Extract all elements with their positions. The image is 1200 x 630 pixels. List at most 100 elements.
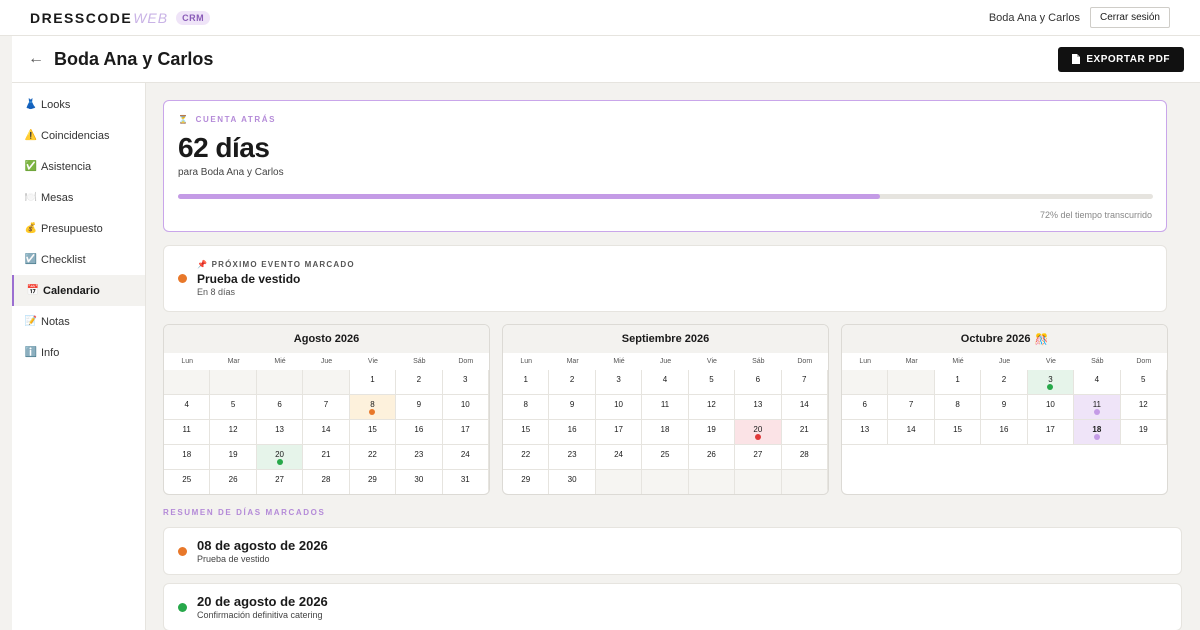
calendar-day[interactable]: 4: [642, 370, 689, 395]
calendar-day[interactable]: 30: [396, 470, 443, 494]
logo[interactable]: DRESSCODEWEB: [30, 10, 168, 26]
calendar-day[interactable]: 2: [981, 370, 1028, 395]
calendar-day[interactable]: 10: [595, 395, 643, 420]
calendar-day[interactable]: 9: [549, 395, 596, 420]
calendar-day[interactable]: 3: [442, 370, 489, 395]
sidebar-item-mesas[interactable]: 🍽️ Mesas: [12, 182, 145, 213]
calendar-day[interactable]: 9: [396, 395, 443, 420]
calendar-day[interactable]: 8: [934, 395, 982, 420]
calendar-day[interactable]: 7: [781, 370, 828, 395]
summary-item[interactable]: 20 de agosto de 2026 Confirmación definit…: [163, 583, 1182, 630]
calendar-day[interactable]: 22: [349, 445, 397, 470]
calendar-day[interactable]: 5: [1120, 370, 1167, 395]
calendar-day[interactable]: 14: [888, 420, 935, 445]
calendar-day[interactable]: 22: [503, 445, 550, 470]
sidebar-item-coincidencias[interactable]: ⚠️ Coincidencias: [12, 120, 145, 151]
calendar-day[interactable]: 21: [303, 445, 350, 470]
calendar-day[interactable]: 26: [688, 445, 736, 470]
document-icon: [1072, 54, 1081, 64]
calendar-day[interactable]: 6: [735, 370, 782, 395]
calendar-day[interactable]: 15: [503, 420, 550, 445]
calendar-day[interactable]: 4: [164, 395, 211, 420]
calendar-day[interactable]: 1: [349, 370, 397, 395]
calendar-day[interactable]: 14: [303, 420, 350, 445]
calendar-day[interactable]: 12: [210, 420, 257, 445]
calendar-day[interactable]: 30: [549, 470, 596, 494]
calendar-day[interactable]: 21: [781, 420, 828, 445]
calendar-day[interactable]: 23: [396, 445, 443, 470]
calendar-day[interactable]: 10: [1027, 395, 1075, 420]
logout-button[interactable]: Cerrar sesión: [1089, 7, 1170, 28]
calendar-day[interactable]: 20: [256, 445, 304, 470]
calendar-day[interactable]: 16: [549, 420, 596, 445]
sidebar-item-info[interactable]: ℹ️ Info: [12, 337, 145, 368]
next-event-subtitle: En 8 días: [197, 287, 236, 297]
calendar-day[interactable]: 15: [934, 420, 982, 445]
back-arrow-icon[interactable]: ←: [28, 50, 44, 68]
calendar-day[interactable]: 28: [781, 445, 828, 470]
calendar-day[interactable]: 17: [1027, 420, 1075, 445]
calendar-day[interactable]: 17: [595, 420, 643, 445]
calendar-day[interactable]: 24: [595, 445, 643, 470]
calendar-day[interactable]: 18: [1074, 420, 1121, 445]
calendar-day[interactable]: 1: [934, 370, 982, 395]
calendar-day[interactable]: 4: [1074, 370, 1121, 395]
calendar-day[interactable]: 12: [1120, 395, 1167, 420]
calendar-day[interactable]: 19: [1120, 420, 1167, 445]
calendar-day[interactable]: 2: [396, 370, 443, 395]
calendar-day[interactable]: 16: [396, 420, 443, 445]
calendar-day[interactable]: 6: [842, 395, 889, 420]
calendar-day[interactable]: 7: [888, 395, 935, 420]
calendar-day[interactable]: 12: [688, 395, 736, 420]
calendar-day[interactable]: 14: [781, 395, 828, 420]
calendar-day[interactable]: 6: [256, 395, 304, 420]
calendar-day[interactable]: 17: [442, 420, 489, 445]
calendar-day[interactable]: 28: [303, 470, 350, 494]
calendar-day[interactable]: 13: [842, 420, 889, 445]
summary-item[interactable]: 08 de agosto de 2026 Prueba de vestido: [163, 527, 1182, 575]
calendar-day[interactable]: 11: [164, 420, 211, 445]
calendar-day[interactable]: 13: [256, 420, 304, 445]
calendar-day[interactable]: 16: [981, 420, 1028, 445]
calendar-day[interactable]: 27: [257, 470, 304, 494]
calendar-day[interactable]: 29: [350, 470, 397, 494]
export-pdf-button[interactable]: EXPORTAR PDF: [1058, 46, 1184, 72]
sidebar-item-label: Notas: [41, 315, 70, 328]
calendar-day[interactable]: 2: [549, 370, 596, 395]
sidebar-item-checklist[interactable]: ☑️ Checklist: [12, 244, 145, 275]
sidebar-item-looks[interactable]: 👗 Looks: [12, 89, 145, 120]
calendar-day[interactable]: 1: [503, 370, 550, 395]
calendar-day[interactable]: 5: [210, 395, 257, 420]
calendar-day[interactable]: 29: [503, 470, 550, 494]
calendar-day[interactable]: 26: [210, 470, 257, 494]
calendar-day[interactable]: 18: [642, 420, 689, 445]
sidebar-item-notas[interactable]: 📝 Notas: [12, 306, 145, 337]
calendar-day[interactable]: 31: [443, 470, 489, 494]
calendar-day[interactable]: 23: [549, 445, 596, 470]
calendar-day[interactable]: 11: [642, 395, 689, 420]
calendar-day[interactable]: 13: [735, 395, 782, 420]
calendar-day[interactable]: 8: [349, 395, 397, 420]
calendar-day[interactable]: 3: [595, 370, 643, 395]
calendar-day[interactable]: 27: [735, 445, 782, 470]
sidebar-item-asistencia[interactable]: ✅ Asistencia: [12, 151, 145, 182]
calendar-day[interactable]: 10: [442, 395, 489, 420]
calendar-day[interactable]: 25: [642, 445, 689, 470]
calendar-day[interactable]: 11: [1074, 395, 1121, 420]
calendar-day[interactable]: 19: [688, 420, 736, 445]
calendar-day[interactable]: 15: [349, 420, 397, 445]
sidebar-item-calendario[interactable]: 📅 Calendario: [12, 275, 145, 306]
calendar-day[interactable]: 8: [503, 395, 550, 420]
calendar-day[interactable]: 9: [981, 395, 1028, 420]
calendar-day[interactable]: 5: [688, 370, 736, 395]
calendar-day[interactable]: 19: [210, 445, 257, 470]
calendar-day[interactable]: 18: [164, 445, 211, 470]
calendar-day[interactable]: 3: [1027, 370, 1075, 395]
sidebar-item-presupuesto[interactable]: 💰 Presupuesto: [12, 213, 145, 244]
calendar-day[interactable]: 25: [164, 470, 211, 494]
calendar-day[interactable]: 20: [735, 420, 782, 445]
calendar-day[interactable]: 7: [303, 395, 350, 420]
sidebar-item-label: Checklist: [41, 253, 86, 266]
calendar-day[interactable]: 24: [442, 445, 489, 470]
next-event-card[interactable]: 📌 PRÓXIMO EVENTO MARCADO Prueba de vesti…: [163, 245, 1167, 312]
